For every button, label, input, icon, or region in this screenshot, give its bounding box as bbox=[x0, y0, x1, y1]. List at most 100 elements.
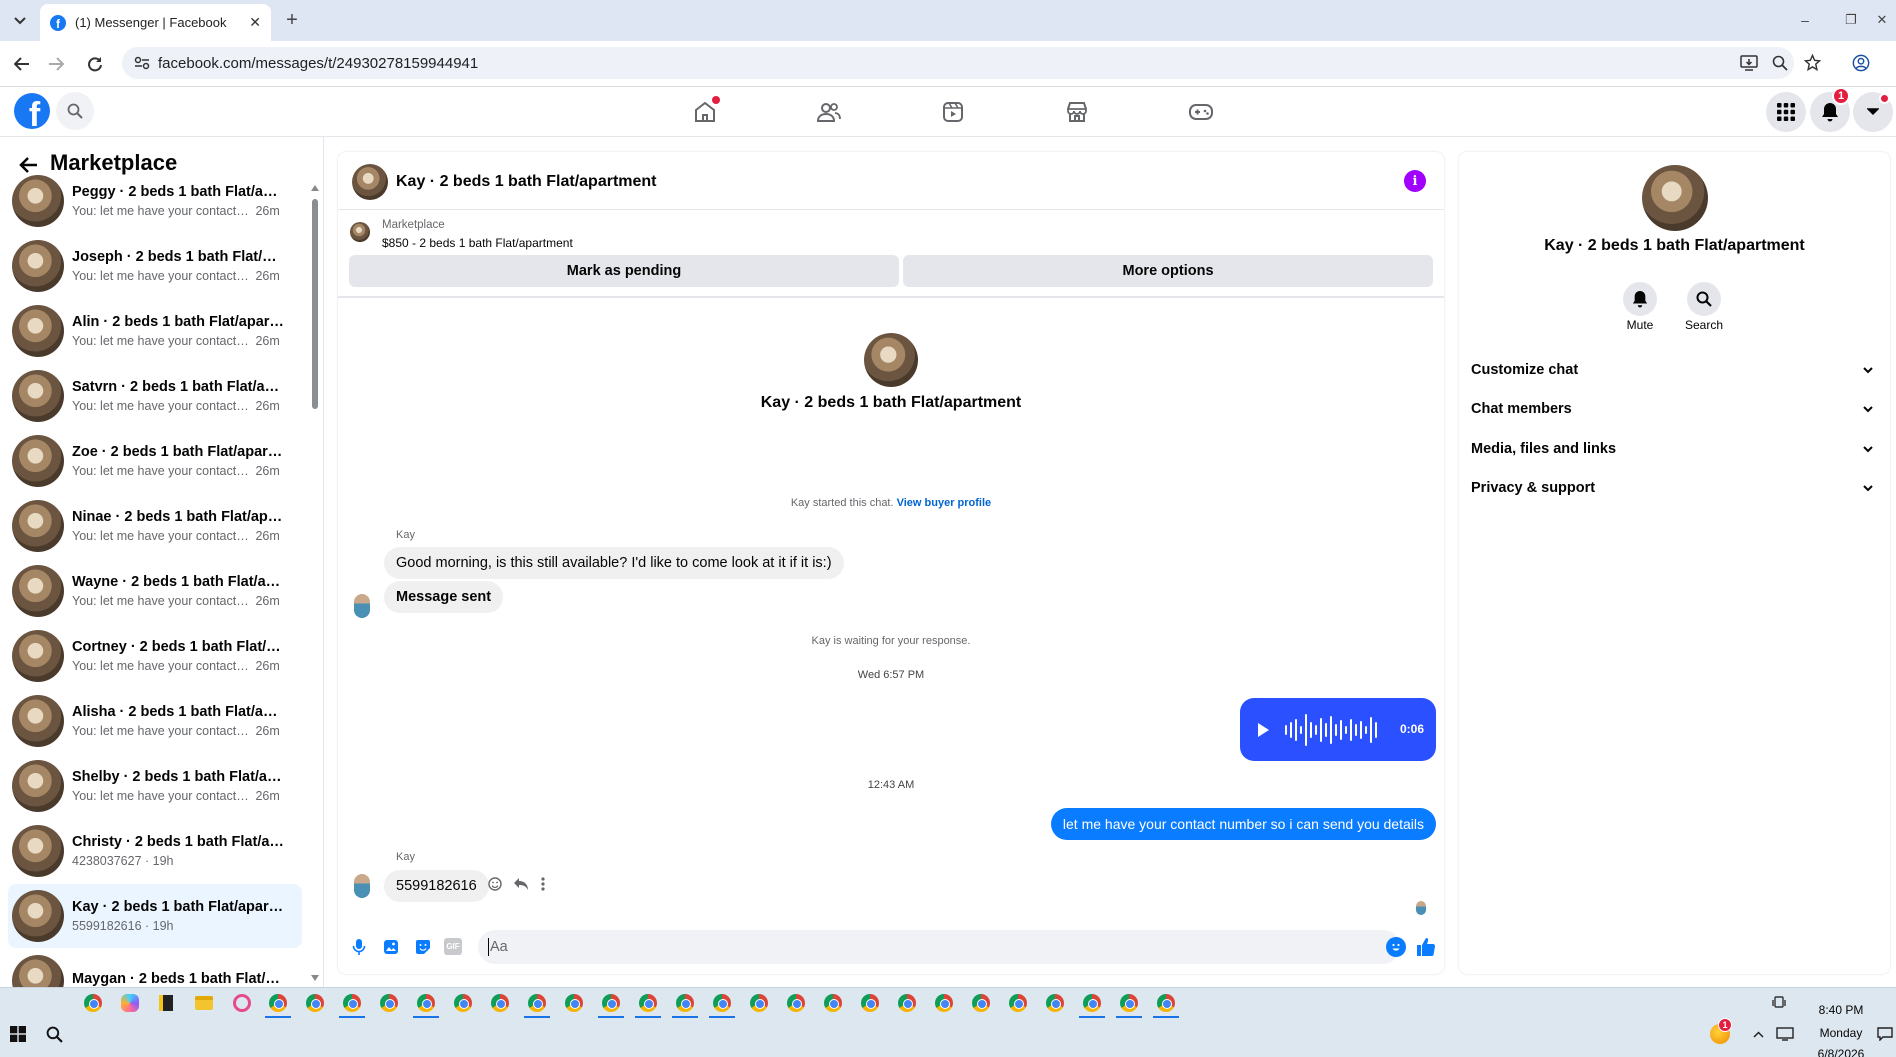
window-close-button[interactable]: ✕ bbox=[1870, 8, 1894, 32]
watch-video-nav-icon[interactable] bbox=[938, 98, 968, 126]
chat-list-item[interactable]: Alin · 2 beds 1 bath Flat/apartm... You:… bbox=[8, 299, 302, 363]
incoming-message[interactable]: Good morning, is this still available? I… bbox=[384, 547, 844, 579]
scroll-down-arrow[interactable] bbox=[311, 975, 319, 981]
taskbar-search-icon[interactable] bbox=[44, 1024, 64, 1044]
site-settings-icon[interactable] bbox=[134, 56, 150, 70]
forward-arrow-icon[interactable] bbox=[44, 52, 68, 76]
voice-clip-icon[interactable] bbox=[348, 936, 370, 958]
view-buyer-profile-link[interactable]: View buyer profile bbox=[897, 497, 992, 509]
chrome-icon[interactable] bbox=[750, 994, 768, 1012]
chrome-icon[interactable] bbox=[1157, 994, 1175, 1012]
chrome-icon[interactable] bbox=[972, 994, 990, 1012]
chat-list-item[interactable]: Cortney · 2 beds 1 bath Flat/apa... You:… bbox=[8, 624, 302, 688]
play-icon[interactable] bbox=[1258, 723, 1269, 737]
chrome-icon[interactable] bbox=[1083, 994, 1101, 1012]
customize-chat-section[interactable]: Customize chat bbox=[1471, 352, 1879, 388]
notes-app-icon[interactable] bbox=[159, 995, 173, 1011]
mute-button[interactable] bbox=[1623, 282, 1657, 316]
browser-tab[interactable]: f (1) Messenger | Facebook ✕ bbox=[40, 4, 271, 41]
friends-nav-icon[interactable] bbox=[814, 98, 844, 126]
listing-thumbnail[interactable] bbox=[350, 222, 370, 242]
chrome-icon[interactable] bbox=[84, 994, 102, 1012]
chat-list-item[interactable]: Ninae · 2 beds 1 bath Flat/apart... You:… bbox=[8, 494, 302, 558]
profile-account-icon[interactable] bbox=[1851, 53, 1871, 73]
chrome-icon[interactable] bbox=[491, 994, 509, 1012]
snipping-tool-icon[interactable] bbox=[233, 994, 251, 1012]
chat-list-item[interactable]: Shelby · 2 beds 1 bath Flat/apart... You… bbox=[8, 754, 302, 818]
chrome-icon[interactable] bbox=[713, 994, 731, 1012]
reply-arrow-icon[interactable] bbox=[512, 875, 530, 893]
chrome-icon[interactable] bbox=[380, 994, 398, 1012]
chat-list-item-active[interactable]: Kay · 2 beds 1 bath Flat/apartme... 5599… bbox=[8, 884, 302, 948]
chrome-icon[interactable] bbox=[935, 994, 953, 1012]
chrome-icon[interactable] bbox=[824, 994, 842, 1012]
react-emoji-icon[interactable] bbox=[486, 875, 504, 893]
scroll-up-arrow[interactable] bbox=[311, 185, 319, 191]
chrome-icon[interactable] bbox=[1009, 994, 1027, 1012]
chat-list-item[interactable]: Maygan · 2 beds 1 bath Flat/apa... bbox=[8, 949, 302, 987]
incoming-phone-message[interactable]: 5599182616 bbox=[384, 870, 489, 902]
gif-button[interactable]: GIF bbox=[444, 938, 462, 955]
chrome-icon[interactable] bbox=[454, 994, 472, 1012]
back-arrow-icon[interactable] bbox=[10, 52, 34, 76]
chrome-icon[interactable] bbox=[1046, 994, 1064, 1012]
chrome-icon[interactable] bbox=[676, 994, 694, 1012]
chrome-icon[interactable] bbox=[602, 994, 620, 1012]
chat-list-item[interactable]: Satvrn · 2 beds 1 bath Flat/apart... You… bbox=[8, 364, 302, 428]
chrome-icon[interactable] bbox=[343, 994, 361, 1012]
sidebar-scrollbar[interactable] bbox=[310, 185, 320, 421]
bookmark-star-icon[interactable] bbox=[1804, 54, 1821, 71]
voice-message-bubble[interactable]: 0:06 bbox=[1240, 698, 1436, 761]
privacy-support-section[interactable]: Privacy & support bbox=[1471, 470, 1879, 506]
reload-icon[interactable] bbox=[83, 52, 107, 76]
facebook-logo[interactable]: f bbox=[14, 93, 50, 129]
zoom-icon[interactable] bbox=[1772, 55, 1788, 71]
notification-center-icon[interactable] bbox=[1876, 1026, 1894, 1042]
outgoing-message[interactable]: let me have your contact number so i can… bbox=[1050, 808, 1436, 840]
windows-start-icon[interactable] bbox=[8, 1024, 28, 1044]
new-tab-button[interactable]: + bbox=[280, 8, 304, 32]
show-hidden-icons-chevron[interactable] bbox=[1750, 1027, 1766, 1041]
chrome-icon[interactable] bbox=[639, 994, 657, 1012]
more-actions-icon[interactable] bbox=[538, 875, 548, 893]
chat-list-item[interactable]: Joseph · 2 beds 1 bath Flat/apar... You:… bbox=[8, 234, 302, 298]
attach-photo-icon[interactable] bbox=[380, 936, 402, 958]
search-conversation-button[interactable] bbox=[1687, 282, 1721, 316]
message-input[interactable]: Aa bbox=[478, 930, 1406, 964]
like-thumbs-up-icon[interactable] bbox=[1414, 935, 1438, 959]
chrome-icon[interactable] bbox=[898, 994, 916, 1012]
menu-apps-button[interactable] bbox=[1766, 92, 1806, 132]
media-files-links-section[interactable]: Media, files and links bbox=[1471, 431, 1879, 467]
window-minimize-button[interactable]: – bbox=[1790, 8, 1820, 32]
conversation-avatar[interactable] bbox=[352, 164, 388, 200]
chat-members-section[interactable]: Chat members bbox=[1471, 391, 1879, 427]
listing-title[interactable]: $850 - 2 beds 1 bath Flat/apartment bbox=[382, 236, 573, 250]
chat-list-item[interactable]: Zoe · 2 beds 1 bath Flat/apartm... You: … bbox=[8, 429, 302, 493]
chrome-icon[interactable] bbox=[269, 994, 287, 1012]
chrome-icon[interactable] bbox=[306, 994, 324, 1012]
tab-close-icon[interactable]: ✕ bbox=[249, 14, 261, 31]
device-widget-icon[interactable] bbox=[1770, 994, 1788, 1012]
clock-date[interactable]: 6/8/2026 bbox=[1806, 1047, 1876, 1057]
mark-as-pending-button[interactable]: Mark as pending bbox=[349, 255, 899, 287]
chrome-icon[interactable] bbox=[1120, 994, 1138, 1012]
copilot-icon[interactable] bbox=[121, 994, 139, 1012]
emoji-picker-icon[interactable] bbox=[1386, 937, 1406, 957]
chrome-icon[interactable] bbox=[861, 994, 879, 1012]
buyer-profile-avatar[interactable] bbox=[864, 333, 918, 387]
conversation-info-icon[interactable]: i bbox=[1404, 170, 1426, 192]
chrome-icon[interactable] bbox=[417, 994, 435, 1012]
tab-search-chevron-icon[interactable] bbox=[8, 10, 32, 32]
chat-list-item[interactable]: Christy · 2 beds 1 bath Flat/apar... 423… bbox=[8, 819, 302, 883]
clock-time[interactable]: 8:40 PM bbox=[1806, 1003, 1876, 1017]
scrollbar-thumb[interactable] bbox=[312, 199, 318, 409]
details-avatar[interactable] bbox=[1642, 165, 1708, 231]
clock-day[interactable]: Monday bbox=[1806, 1026, 1876, 1040]
sticker-icon[interactable] bbox=[412, 936, 434, 958]
chrome-icon[interactable] bbox=[787, 994, 805, 1012]
search-facebook-button[interactable] bbox=[56, 92, 94, 130]
incoming-message-sent[interactable]: Message sent bbox=[384, 581, 504, 613]
conversation-title[interactable]: Kay · 2 beds 1 bath Flat/apartment bbox=[396, 173, 657, 191]
chat-list-item[interactable]: Peggy · 2 beds 1 bath Flat/apart... You:… bbox=[8, 169, 302, 233]
gaming-nav-icon[interactable] bbox=[1186, 98, 1216, 126]
